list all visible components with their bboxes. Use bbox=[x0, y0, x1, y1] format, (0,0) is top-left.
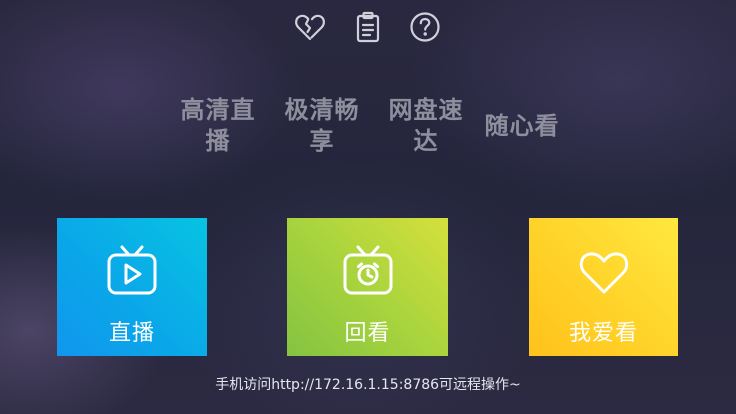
tv-play-icon bbox=[102, 242, 162, 302]
top-toolbar bbox=[0, 10, 736, 46]
question-circle-icon[interactable] bbox=[408, 10, 442, 44]
replay-tile-label: 回看 bbox=[344, 321, 391, 346]
replay-tile-button[interactable]: 回看 bbox=[287, 218, 448, 356]
live-tile-button[interactable]: 直播 bbox=[57, 218, 207, 356]
live-tile-label: 直播 bbox=[108, 321, 155, 346]
feature-slogans: 高清直播 极清畅享 网盘速达 随心看 bbox=[170, 95, 580, 165]
remote-access-hint: 手机访问http://172.16.1.15:8786可远程操作~ bbox=[215, 377, 521, 393]
my-favorites-tile-label: 我爱看 bbox=[568, 321, 638, 346]
my-favorites-tile-button[interactable]: 我爱看 bbox=[529, 218, 678, 356]
heart-outline-icon[interactable] bbox=[293, 10, 327, 44]
slogan-cloud-fast: 网盘速达 bbox=[388, 96, 464, 155]
slogan-ultra-clear: 极清畅享 bbox=[284, 96, 360, 155]
heart-icon bbox=[574, 242, 634, 302]
slogan-watch-freely: 随心看 bbox=[484, 112, 560, 140]
clipboard-list-icon[interactable] bbox=[351, 10, 385, 44]
tv-clock-icon bbox=[338, 242, 398, 302]
slogan-hd-live: 高清直播 bbox=[180, 96, 256, 155]
